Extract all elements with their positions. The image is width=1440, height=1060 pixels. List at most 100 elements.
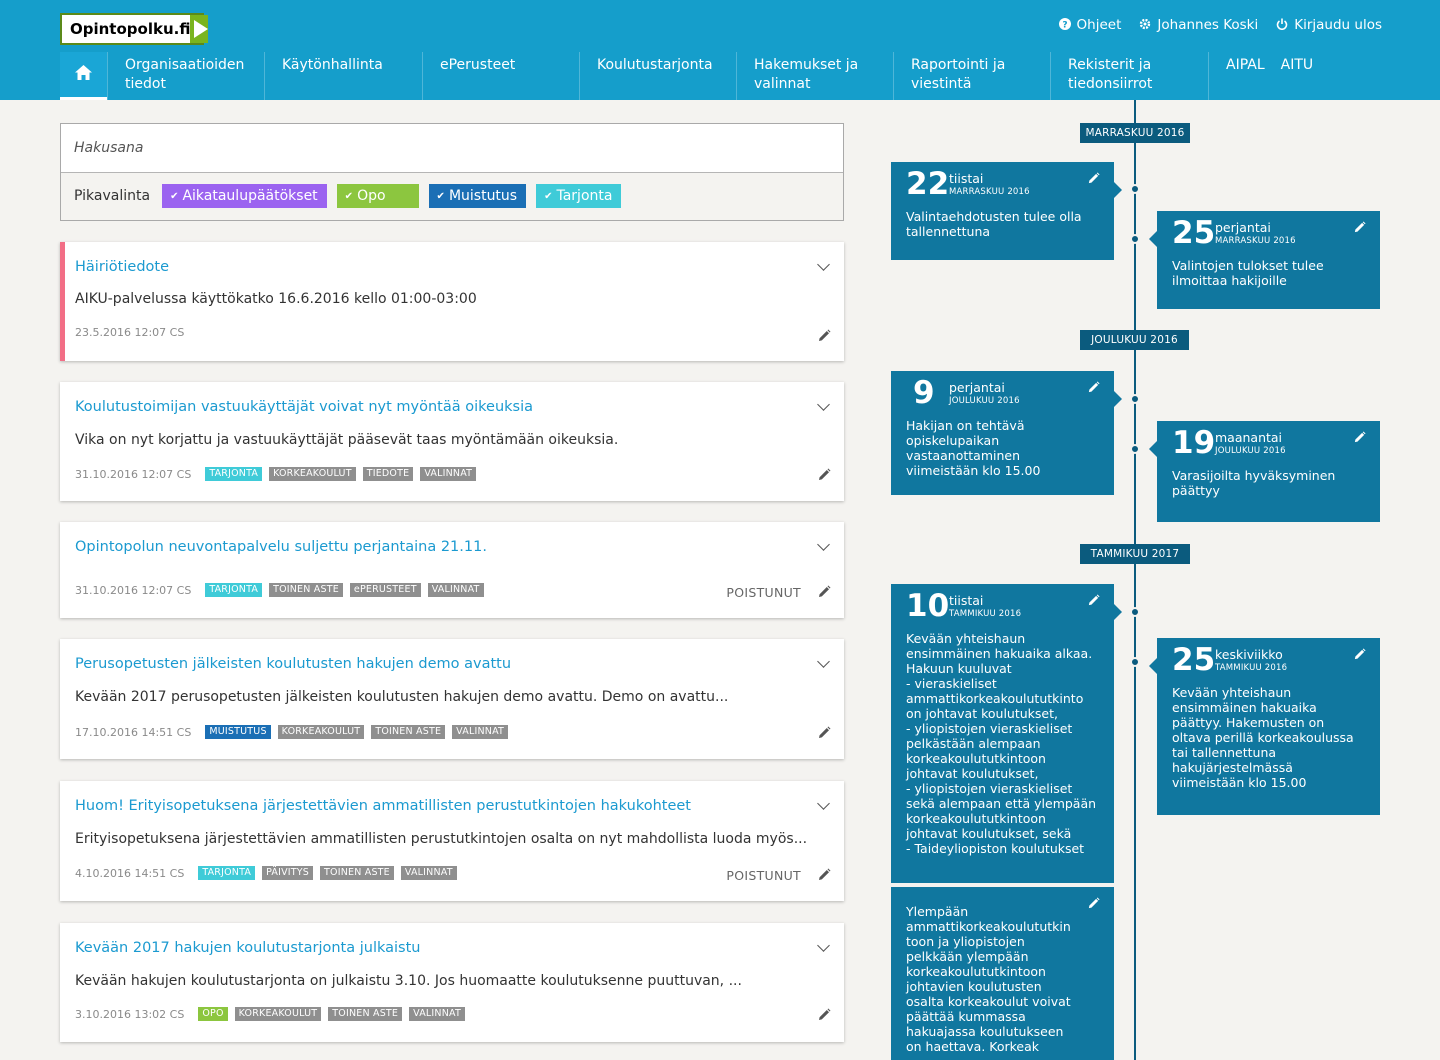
help-link[interactable]: ? Ohjeet [1058,17,1121,33]
nav-label: Organisaatioiden tiedot [125,57,245,92]
profile-link[interactable]: Johannes Koski [1139,17,1258,33]
event-day: 25 [1172,215,1216,251]
event-weekday: keskiviikko [1215,647,1283,662]
event-weekday: perjantai [1215,220,1271,235]
event-day: 10 [906,588,950,624]
event-month: TAMMIKUU 2016 [1215,663,1288,673]
home-nav-button[interactable] [60,52,107,100]
chevron-down-icon[interactable] [816,258,832,274]
quick-filters: Pikavalinta ✔ Aikataulupäätökset ✔ Opo ✔ Mu… [74,184,622,208]
timeline-event[interactable]: 22 tiistai MARRASKUU 2016 Valintaehdotus… [891,162,1122,260]
chip-muistutus[interactable]: ✔ Muistutus [428,184,527,208]
chevron-down-icon[interactable] [816,398,832,414]
pencil-icon[interactable] [817,726,831,740]
pencil-icon[interactable] [1087,594,1100,607]
notice-date: 31.10.2016 12:07 CS [75,583,192,597]
nav-organisaatiot[interactable]: Organisaatioiden tiedot [107,52,264,100]
search-input[interactable] [61,124,843,173]
notice-title[interactable]: Koulutustoimijan vastuukäyttäjät voivat … [75,399,533,415]
status-label: POISTUNUT [726,868,801,883]
tag: TOINEN ASTE [269,583,343,597]
nav-kaytonhallinta[interactable]: Käytönhallinta [264,52,422,100]
check-icon: ✔ [170,190,179,202]
chevron-down-icon[interactable] [816,797,832,813]
home-icon [75,65,92,84]
tag: KORKEAKOULUT [277,725,365,739]
event-text: Kevään yhteishaun ensimmäinen hakuaika p… [1172,685,1354,790]
nav-aitu[interactable]: AITU [1281,56,1314,100]
event-month: TAMMIKUU 2016 [949,609,1022,619]
timeline-event[interactable]: Ylempään ammattikorkeakoulututkin toon j… [891,887,1114,1060]
notice-body: Kevään 2017 perusopetusten jälkeisten ko… [75,689,729,705]
event-month: MARRASKUU 2016 [949,187,1030,197]
timeline-month-label: TAMMIKUU 2017 [1080,544,1190,564]
notice-date: 31.10.2016 12:07 CS [75,467,192,481]
pencil-icon[interactable] [1353,431,1366,444]
notice-meta: 3.10.2016 13:02 CS OPO KORKEAKOULUT TOIN… [75,1007,466,1021]
pencil-icon[interactable] [1353,221,1366,234]
event-month: MARRASKUU 2016 [1215,236,1296,246]
timeline-axis [1134,100,1136,1060]
event-text: Valintojen tulokset tulee ilmoittaa haki… [1172,258,1324,288]
tag: TARJONTA [205,583,263,597]
pencil-icon[interactable] [817,868,831,882]
chevron-down-icon[interactable] [816,939,832,955]
chevron-down-icon[interactable] [816,655,832,671]
tag: VALINNAT [452,725,509,739]
chip-label: Muistutus [448,188,518,204]
tag: TARJONTA [205,467,263,481]
timeline-dot [1130,184,1140,194]
chip-aikataulupaatokset[interactable]: ✔ Aikataulupäätökset [162,184,327,208]
event-weekday: maanantai [1215,430,1283,445]
pencil-icon[interactable] [1087,172,1100,185]
check-icon: ✔ [344,190,354,202]
tag: KORKEAKOULUT [234,1007,322,1021]
tag: VALINNAT [400,866,457,880]
chip-tarjonta[interactable]: ✔ Tarjonta [536,184,622,208]
nav-hakemukset[interactable]: Hakemukset ja valinnat [736,52,893,100]
tag: TOINEN ASTE [320,866,394,880]
notice-meta: 17.10.2016 14:51 CS MUISTUTUS KORKEAKOUL… [75,725,509,739]
logout-link[interactable]: Kirjaudu ulos [1276,17,1382,33]
pencil-icon[interactable] [817,329,831,343]
notice-title[interactable]: Huom! Erityisopetuksena järjestettävien … [75,798,691,814]
opintopolku-logo[interactable]: Opintopolku.fi [60,13,209,45]
notice-title[interactable]: Perusopetusten jälkeisten koulutusten ha… [75,656,511,672]
pencil-icon[interactable] [817,1008,831,1022]
notice-title[interactable]: Häiriötiedote [75,259,169,275]
nav-raportointi[interactable]: Raportointi ja viestintä [893,52,1050,100]
notice-date: 3.10.2016 13:02 CS [75,1007,185,1021]
nav-external: AIPAL AITU [1208,52,1329,100]
nav-label: Raportointi ja viestintä [911,57,1006,92]
chip-opo[interactable]: ✔ Opo [336,184,419,208]
tag: ePERUSTEET [349,583,421,597]
logo-arrow-icon [190,15,209,43]
notice-title[interactable]: Opintopolun neuvontapalvelu suljettu per… [75,539,487,555]
tag: TOINEN ASTE [328,1007,403,1021]
chevron-down-icon[interactable] [816,538,832,554]
pencil-icon[interactable] [817,585,831,599]
event-weekday: perjantai [949,380,1005,395]
notice-body: Erityisopetuksena järjestettävien ammati… [75,831,808,847]
nav-aipal[interactable]: AIPAL [1226,56,1265,100]
pencil-icon[interactable] [1087,381,1100,394]
pencil-icon[interactable] [1353,648,1366,661]
timeline-event[interactable]: 9 perjantai JOULUKUU 2016 Hakijan on teh… [891,371,1122,495]
pencil-icon[interactable] [817,468,831,482]
event-text: Valintaehdotusten tulee olla tallennettu… [906,209,1082,239]
timeline-dot [1130,444,1140,454]
event-month: JOULUKUU 2016 [1215,446,1286,456]
timeline-dot [1130,607,1140,617]
nav-koulutustarjonta[interactable]: Koulutustarjonta [579,52,736,100]
timeline-event[interactable]: 25 keskiviikko TAMMIKUU 2016 Kevään yhte… [1149,638,1380,815]
timeline-event[interactable]: 25 perjantai MARRASKUU 2016 Valintojen t… [1149,211,1380,309]
nav-eperusteet[interactable]: ePerusteet [422,52,579,100]
tag: KORKEAKOULUT [269,467,356,481]
notice-card: Häiriötiedote AIKU-palvelussa käyttökatk… [60,242,844,361]
timeline-event[interactable]: 19 maanantai JOULUKUU 2016 Varasijoilta … [1149,421,1380,522]
tag: TOINEN ASTE [371,725,446,739]
nav-rekisterit[interactable]: Rekisterit ja tiedonsiirrot [1050,52,1208,100]
notice-title[interactable]: Kevään 2017 hakujen koulutustarjonta jul… [75,940,420,956]
event-day: 9 [913,375,935,411]
timeline-event[interactable]: 10 tiistai TAMMIKUU 2016 Kevään yhteisha… [891,584,1122,883]
